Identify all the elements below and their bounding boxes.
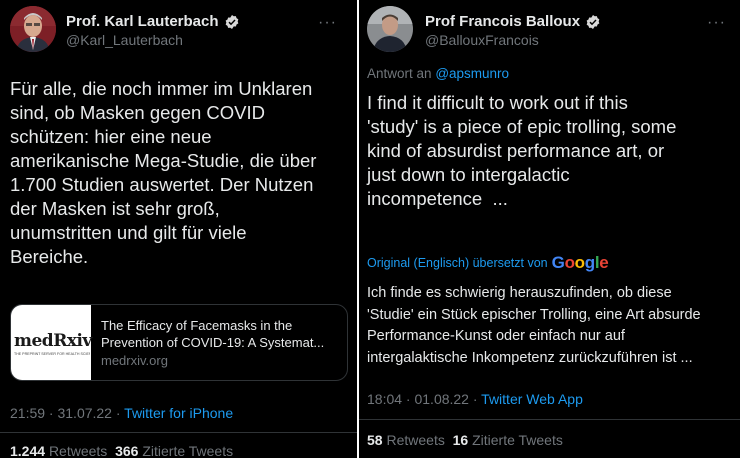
tweet-balloux: Prof Francois Balloux @BallouxFrancois ·… bbox=[357, 0, 740, 458]
reply-handle[interactable]: @apsmunro bbox=[435, 66, 509, 81]
divider bbox=[0, 432, 357, 433]
tweet-source[interactable]: Twitter for iPhone bbox=[124, 405, 233, 421]
tweet-text-line: 1.700 Studien auswertet. Der Nutzen bbox=[10, 174, 314, 195]
tweet-meta: 18:04 · 01.08.22 · Twitter Web App bbox=[367, 391, 583, 407]
avatar-image bbox=[10, 6, 56, 52]
quotes-count[interactable]: 366 bbox=[115, 443, 138, 458]
tweet-text: I find it difficult to work out if this … bbox=[367, 91, 739, 211]
translated-by[interactable]: Original (Englisch) übersetzt von Google bbox=[367, 253, 609, 273]
translation-line: 'Studie' ein Stück epischer Trolling, ei… bbox=[367, 306, 701, 323]
tweet-text-line: amerikanische Mega-Studie, die über bbox=[10, 150, 317, 171]
card-title-line: The Efficacy of Facemasks in the bbox=[101, 318, 293, 333]
logo-text: medRxiv bbox=[14, 331, 92, 351]
verified-icon bbox=[225, 14, 238, 29]
quotes-label[interactable]: Zitierte Tweets bbox=[142, 443, 233, 458]
card-body: The Efficacy of Facemasks in the Prevent… bbox=[91, 305, 347, 380]
avatar[interactable] bbox=[10, 6, 56, 52]
tweet-text-line: incompetence ... bbox=[367, 188, 508, 209]
avatar[interactable] bbox=[367, 6, 413, 52]
translated-label: Original (Englisch) übersetzt von bbox=[367, 256, 548, 270]
tweet-source[interactable]: Twitter Web App bbox=[481, 391, 583, 407]
tweet-text-line: Für alle, die noch immer im Unklaren bbox=[10, 78, 313, 99]
link-preview-card[interactable]: medRxiv THE PREPRINT SERVER FOR HEALTH S… bbox=[10, 304, 348, 381]
tweet-text-line: Bereiche. bbox=[10, 246, 89, 267]
reply-prefix: Antwort an bbox=[367, 66, 432, 81]
more-options-icon[interactable]: ··· bbox=[318, 14, 337, 32]
translation-line: Performance-Kunst oder einfach nur auf bbox=[367, 328, 625, 344]
tweet-stats: 58 Retweets 16 Zitierte Tweets bbox=[367, 432, 563, 448]
tweet-text-line: just down to intergalactic bbox=[367, 164, 570, 185]
author-row: Prof Francois Balloux bbox=[425, 13, 601, 30]
translation-line: Ich finde es schwierig herauszufinden, o… bbox=[367, 285, 672, 301]
tweet-text-line: unumstritten und gilt für viele bbox=[10, 222, 247, 243]
card-title-line: Prevention of COVID-19: A Systemat... bbox=[101, 335, 325, 350]
tweet-text-line: I find it difficult to work out if this bbox=[367, 92, 628, 113]
retweets-count[interactable]: 58 bbox=[367, 432, 383, 448]
reply-to: Antwort an @apsmunro bbox=[367, 66, 509, 81]
author-handle[interactable]: @BallouxFrancois bbox=[425, 32, 539, 48]
author-handle[interactable]: @Karl_Lauterbach bbox=[66, 32, 183, 48]
medrxiv-logo: medRxiv THE PREPRINT SERVER FOR HEALTH S… bbox=[11, 305, 92, 380]
card-domain: medrxiv.org bbox=[101, 353, 168, 368]
logo-tagline: THE PREPRINT SERVER FOR HEALTH SCIENCES bbox=[14, 352, 90, 356]
tweet-text-line: 'study' is a piece of epic trolling, som… bbox=[367, 116, 677, 137]
tweet-lauterbach: Prof. Karl Lauterbach @Karl_Lauterbach ·… bbox=[0, 0, 357, 458]
avatar-image bbox=[367, 6, 413, 52]
tweet-time[interactable]: 21:59 · 31.07.22 · bbox=[10, 405, 121, 421]
tweet-time[interactable]: 18:04 · 01.08.22 · bbox=[367, 391, 478, 407]
translation-text: Ich finde es schwierig herauszufinden, o… bbox=[367, 283, 739, 369]
divider bbox=[359, 419, 740, 420]
quotes-count[interactable]: 16 bbox=[453, 432, 469, 448]
tweet-text-line: der Masken ist sehr groß, bbox=[10, 198, 220, 219]
author-name[interactable]: Prof Francois Balloux bbox=[425, 13, 580, 30]
tweet-text-line: sind, ob Masken gegen COVID bbox=[10, 102, 266, 123]
tweet-text: Für alle, die noch immer im Unklaren sin… bbox=[10, 77, 350, 269]
tweet-text-line: kind of absurdist performance art, or bbox=[367, 140, 665, 161]
verified-icon bbox=[586, 14, 600, 29]
tweet-meta: 21:59 · 31.07.22 · Twitter for iPhone bbox=[10, 405, 233, 421]
tweet-stats: 1.244 Retweets 366 Zitierte Tweets bbox=[10, 443, 233, 458]
retweets-label[interactable]: Retweets bbox=[386, 432, 444, 448]
quotes-label[interactable]: Zitierte Tweets bbox=[472, 432, 563, 448]
retweets-count[interactable]: 1.244 bbox=[10, 443, 45, 458]
more-options-icon[interactable]: ··· bbox=[707, 14, 726, 32]
author-name[interactable]: Prof. Karl Lauterbach bbox=[66, 13, 219, 30]
google-logo: Google bbox=[551, 253, 609, 272]
author-row: Prof. Karl Lauterbach bbox=[66, 13, 240, 30]
tweet-text-line: schützen: hier eine neue bbox=[10, 126, 212, 147]
retweets-label[interactable]: Retweets bbox=[49, 443, 107, 458]
translation-line: intergalaktische Inkompetenz zurückzufüh… bbox=[367, 349, 693, 366]
